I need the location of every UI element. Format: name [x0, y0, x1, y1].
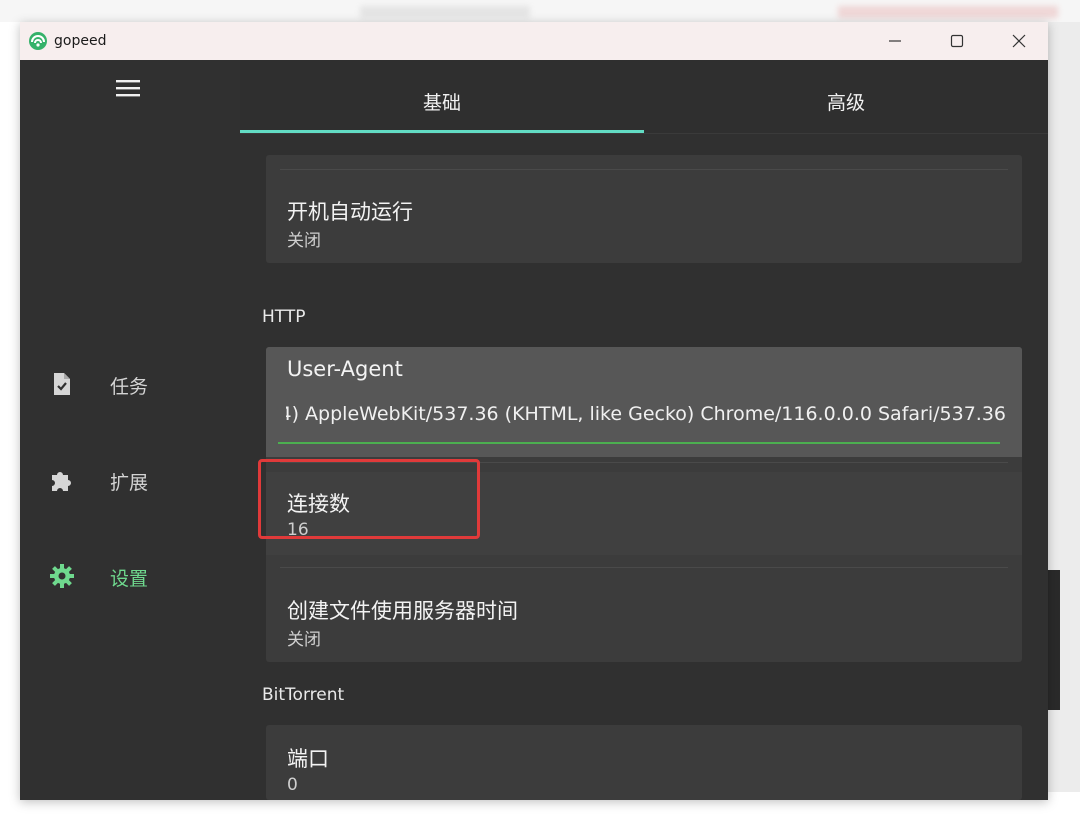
user-agent-label: User-Agent [287, 357, 403, 381]
menu-icon[interactable] [116, 78, 140, 98]
setting-title: 开机自动运行 [287, 200, 413, 224]
sidebar-item-label: 扩展 [110, 472, 149, 494]
window-title: gopeed [54, 33, 107, 49]
file-check-icon [54, 373, 70, 395]
server-time-setting[interactable]: 创建文件使用服务器时间 关闭 [266, 569, 1022, 662]
title-bar[interactable]: gopeed [20, 22, 1048, 60]
background-strip [0, 0, 1080, 22]
tab-advanced[interactable]: 高级 [644, 60, 1048, 134]
close-button[interactable] [996, 22, 1042, 60]
user-agent-input[interactable]: User-Agent Mozilla/5.0 (Windows NT 10.0;… [266, 347, 1022, 457]
close-icon [1012, 34, 1026, 48]
setting-value: 关闭 [287, 630, 321, 650]
tab-label: 高级 [826, 92, 865, 114]
section-heading-http: HTTP [262, 307, 306, 327]
tab-label: 基础 [422, 92, 461, 114]
tab-divider [240, 133, 1048, 134]
maximize-icon [950, 34, 964, 48]
minimize-button[interactable] [872, 22, 918, 60]
highlight-annotation [258, 459, 480, 539]
input-focus-underline [278, 442, 1000, 444]
user-agent-value[interactable]: Mozilla/5.0 (Windows NT 10.0; Win64; x64… [286, 403, 1006, 425]
background-blur [360, 6, 530, 18]
minimize-icon [889, 40, 901, 42]
sidebar-item-label: 任务 [110, 376, 149, 398]
background-window-panel [1048, 570, 1060, 710]
setting-title: 端口 [287, 747, 329, 771]
settings-content: 基础 高级 开机自动运行 关闭 HTTP User-Agent Mozilla/… [240, 60, 1048, 800]
gear-icon [50, 564, 74, 588]
sidebar: 任务 扩展 设置 [20, 60, 240, 800]
tab-bar: 基础 高级 [240, 60, 1048, 134]
setting-value: 0 [287, 775, 298, 795]
background-blur [838, 6, 1058, 18]
setting-value: 关闭 [287, 231, 321, 251]
sidebar-item-settings[interactable]: 设置 [46, 554, 226, 594]
autostart-setting[interactable]: 开机自动运行 关闭 [266, 170, 1022, 263]
sidebar-item-tasks[interactable]: 任务 [46, 362, 226, 402]
sidebar-item-label: 设置 [110, 568, 149, 590]
puzzle-icon [52, 472, 71, 491]
sidebar-item-extensions[interactable]: 扩展 [46, 458, 226, 498]
general-settings-card: 开机自动运行 关闭 [266, 155, 1022, 263]
app-window: gopeed 任务 扩展 设置 基础 高级 开机自动运行 关闭 HTTP Use… [20, 22, 1048, 800]
gopeed-logo-icon [29, 32, 47, 50]
tab-basic[interactable]: 基础 [240, 60, 644, 134]
setting-title: 创建文件使用服务器时间 [287, 599, 518, 623]
port-setting[interactable]: 端口 0 [266, 725, 1022, 800]
bittorrent-settings-card: 端口 0 [266, 725, 1022, 800]
section-heading-bittorrent: BitTorrent [262, 685, 345, 705]
maximize-button[interactable] [934, 22, 980, 60]
divider [280, 567, 1008, 568]
background-window [1048, 22, 1080, 792]
